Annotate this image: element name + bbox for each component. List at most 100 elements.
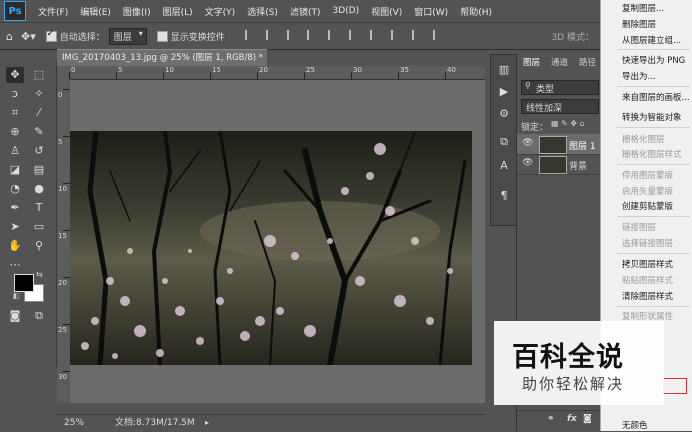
layer-filter[interactable]: ⚲ 类型 [521, 80, 599, 95]
tab-layers[interactable]: 图层 [523, 56, 540, 68]
layer-row[interactable]: 👁 背景 [517, 154, 601, 175]
menu-select-linked-layers: 选择链接图层 [622, 239, 674, 249]
menu-layer[interactable]: 图层(L) [163, 5, 193, 18]
menu-export-as[interactable]: 导出为... [622, 70, 656, 82]
show-transform-checkbox[interactable]: 显示变换控件 [156, 30, 225, 43]
visibility-eye-icon[interactable]: 👁 [522, 158, 533, 168]
tab-paths[interactable]: 路径 [579, 56, 596, 68]
menu-separator [617, 253, 689, 254]
layer-comps-panel-icon[interactable]: ⧉ [497, 135, 511, 149]
dodge-tool-icon[interactable]: ● [30, 181, 48, 197]
visibility-eye-icon[interactable]: 👁 [522, 138, 533, 148]
menu-create-clipping-mask[interactable]: 创建剪贴蒙版 [622, 200, 673, 212]
shape-tool-icon[interactable]: ▭ [30, 219, 48, 235]
menu-edit[interactable]: 编辑(E) [80, 5, 111, 18]
hand-tool-icon[interactable]: ✋ [6, 238, 24, 254]
history-panel-icon[interactable]: ▥ [497, 63, 511, 77]
auto-select-target-dropdown[interactable]: 图层 [108, 27, 147, 45]
clone-stamp-tool-icon[interactable]: ♙ [6, 143, 24, 159]
magic-wand-tool-icon[interactable]: ✧ [30, 86, 48, 102]
history-brush-tool-icon[interactable]: ↺ [30, 143, 48, 159]
home-icon[interactable]: ⌂ [6, 30, 13, 43]
quick-mask-icon[interactable]: ◙ [6, 308, 24, 324]
distribute-center-icon[interactable] [390, 29, 403, 40]
marquee-tool-icon[interactable]: ⬚ [30, 67, 48, 83]
menu-view[interactable]: 视图(V) [371, 5, 402, 18]
distribute-right-icon[interactable] [411, 29, 424, 40]
ruler-label: 25 [58, 326, 67, 334]
type-tool-icon[interactable]: T [30, 200, 48, 216]
menu-image[interactable]: 图像(I) [123, 5, 151, 18]
move-tool-icon[interactable]: ✥ [6, 67, 24, 83]
menu-artboard-from-layers[interactable]: 来自图层的画板... [622, 91, 690, 103]
fx-icon[interactable]: fx [567, 414, 577, 424]
menu-clear-layer-style[interactable]: 清除图层样式 [622, 290, 673, 302]
foreground-color-swatch[interactable] [14, 274, 34, 292]
ruler-tick [63, 371, 70, 372]
pen-tool-icon[interactable]: ✒ [6, 200, 24, 216]
eraser-tool-icon[interactable]: ◪ [6, 162, 24, 178]
link-icon[interactable]: ⚭ [547, 414, 555, 424]
menu-duplicate-layer[interactable]: 复制图层... [622, 2, 664, 14]
zoom-tool-icon[interactable]: ⚲ [30, 238, 48, 254]
mask-icon[interactable]: ◙ [583, 414, 592, 424]
document-image[interactable] [70, 131, 472, 365]
align-bottom-icon[interactable] [349, 29, 361, 40]
blend-mode-dropdown[interactable]: 线性加深 [521, 99, 599, 114]
align-top-icon[interactable] [307, 29, 319, 40]
ruler-label: 25 [306, 66, 315, 74]
menu-type[interactable]: 文字(Y) [205, 5, 236, 18]
blend-mode-value: 线性加深 [526, 104, 563, 114]
photo-content [70, 131, 472, 365]
menu-group-from-layers[interactable]: 从图层建立组... [622, 34, 681, 46]
ruler-tick [163, 72, 164, 79]
blur-tool-icon[interactable]: ◔ [6, 181, 24, 197]
layer-thumbnail [539, 156, 567, 174]
auto-select-checkbox[interactable]: 自动选择： [45, 29, 105, 43]
eyedropper-tool-icon[interactable]: ⁄ [30, 105, 48, 121]
align-left-icon[interactable] [244, 29, 257, 40]
layer-filter-kind: 类型 [536, 85, 555, 95]
paragraph-panel-icon[interactable]: ¶ [497, 189, 511, 203]
screen-mode-icon[interactable]: ⧉ [30, 308, 48, 324]
more-tools-icon[interactable]: ⋯ [6, 257, 24, 273]
crop-tool-icon[interactable]: ⌗ [6, 105, 24, 121]
move-tool-preset-icon[interactable]: ✥▾ [21, 30, 36, 43]
document-tab[interactable]: IMG_20170403_13.jpg @ 25% (图层 1, RGB/8) … [57, 49, 267, 79]
status-arrow-icon[interactable]: ▸ [205, 415, 209, 431]
brush-tool-icon[interactable]: ✎ [30, 124, 48, 140]
default-colors-icon[interactable]: ◧ [13, 292, 20, 300]
path-selection-tool-icon[interactable]: ➤ [6, 219, 24, 235]
properties-panel-icon[interactable]: ⚙ [497, 107, 511, 121]
menu-filter[interactable]: 滤镜(T) [290, 5, 321, 18]
healing-brush-tool-icon[interactable]: ⊕ [6, 124, 24, 140]
align-buttons [239, 29, 445, 43]
align-right-icon[interactable] [286, 29, 299, 40]
watermark-subtitle: 助你轻松解决 [522, 375, 625, 393]
distribute-top-icon[interactable] [432, 29, 445, 40]
tab-channels[interactable]: 通道 [551, 56, 568, 68]
layer-row[interactable]: 👁 图层 1 [517, 134, 601, 155]
menu-select[interactable]: 选择(S) [247, 5, 278, 18]
menu-delete-layer[interactable]: 删除图层 [622, 18, 656, 30]
swap-colors-icon[interactable]: ⇆ [36, 270, 43, 279]
gradient-tool-icon[interactable]: ▤ [30, 162, 48, 178]
character-panel-icon[interactable]: A [497, 159, 511, 173]
menu-window[interactable]: 窗口(W) [414, 5, 448, 18]
menu-quick-export-png[interactable]: 快速导出为 PNG [622, 54, 685, 66]
distribute-left-icon[interactable] [370, 29, 382, 40]
menu-highlight-box [663, 378, 687, 394]
menu-help[interactable]: 帮助(H) [460, 5, 492, 18]
menu-file[interactable]: 文件(F) [38, 5, 68, 18]
actions-panel-icon[interactable]: ▶ [497, 85, 511, 99]
menu-convert-smart-object[interactable]: 转换为智能对象 [622, 111, 682, 123]
menu-copy-layer-style[interactable]: 拷贝图层样式 [622, 258, 673, 270]
align-center-icon[interactable] [265, 29, 278, 40]
zoom-level[interactable]: 25% [64, 415, 84, 431]
lock-icons[interactable]: ▦ ✎ ✥ ⌂ [551, 119, 585, 128]
align-middle-icon[interactable] [328, 29, 340, 40]
document-info[interactable]: 文档:8.73M/17.5M [115, 415, 195, 431]
menu-no-color[interactable]: 无颜色 [622, 419, 648, 431]
menu-3d[interactable]: 3D(D) [332, 6, 359, 16]
lasso-tool-icon[interactable]: ↄ [6, 86, 24, 102]
